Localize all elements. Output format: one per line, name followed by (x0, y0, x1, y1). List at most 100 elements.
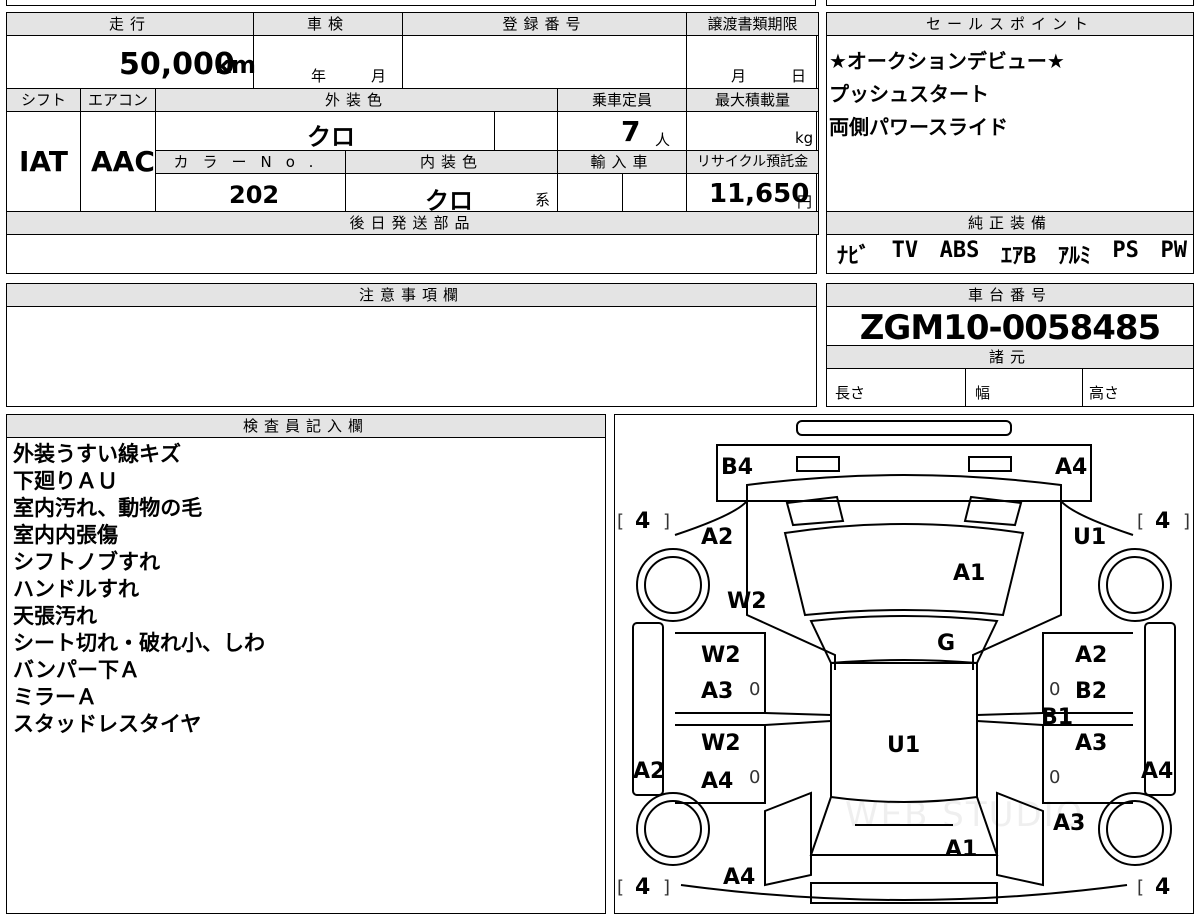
inspector-line: 外装うすい線キズ (13, 442, 181, 466)
damage-label: A4 (1141, 759, 1174, 784)
sales-point: プッシュスタート (829, 82, 989, 106)
exterior-color-header: 外装色 (155, 88, 558, 112)
color-no-value: 202 (229, 181, 280, 209)
damage-label: B2 (1075, 679, 1108, 704)
damage-label: A2 (701, 525, 734, 550)
inspector-line: スタッドレスタイヤ (13, 712, 202, 736)
chassis-header: 車台番号 (826, 283, 1194, 307)
damage-label: A3 (1075, 731, 1108, 756)
damage-label: A2 (633, 759, 666, 784)
color-no-header: カラーNo. (155, 150, 346, 174)
inspector-line: 天張汚れ (13, 604, 97, 628)
damage-label: B4 (721, 455, 754, 480)
capacity-value: 7 (621, 115, 641, 148)
equipment-item: ABS (939, 238, 980, 263)
inspector-line: 室内内張傷 (13, 523, 118, 547)
shift-value: IAT (19, 145, 69, 178)
interior-color-header: 内装色 (345, 150, 558, 174)
transfer-day-unit: 日 (791, 67, 807, 85)
genuine-equipment-header: 純正装備 (826, 211, 1194, 235)
equipment-item: ｴｱB (1001, 244, 1037, 269)
watermark: WEB STUDIO (845, 795, 1085, 835)
top-strip-right (826, 0, 1194, 6)
import-cell-b (622, 173, 687, 212)
inspector-box: 検査員記入欄 外装うすい線キズ 下廻りＡＵ 室内汚れ、動物の毛 室内内張傷 シフ… (6, 414, 606, 914)
registration-header: 登録番号 (402, 12, 687, 36)
equipment-item: PW (1160, 238, 1188, 263)
sales-point: 両側パワースライド (829, 115, 1008, 139)
mileage-unit: km (215, 51, 256, 79)
aircon-value: AAC (91, 145, 155, 178)
notes-box: 注意事項欄 (6, 283, 817, 407)
equipment-item: TV (891, 238, 919, 263)
damage-label: U1 (1073, 525, 1107, 550)
damage-label: A2 (1075, 643, 1108, 668)
tire-tr-value: 4 (1155, 509, 1171, 534)
capacity-unit: 人 (655, 131, 671, 149)
capacity-header: 乗車定員 (557, 88, 687, 112)
tire-bracket-bl-open: [ (617, 877, 625, 898)
inspector-header: 検査員記入欄 (6, 414, 606, 438)
top-strip (6, 0, 816, 6)
width-label: 幅 (975, 384, 991, 402)
equipment-item: PS (1112, 238, 1139, 263)
zero-mark: 0 (1049, 679, 1061, 700)
inspector-line: 室内汚れ、動物の毛 (13, 496, 203, 520)
exterior-color-value: クロ (307, 123, 355, 151)
transfer-deadline-header: 譲渡書類期限 (686, 12, 819, 36)
vehicle-info-table: 走行 車検 登録番号 譲渡書類期限 50,000 km 年 月 月 日 シフト … (6, 12, 819, 274)
car-diagram-box: [ 4 ] [ 4 ] [ 4 ] [ 4 B4 A4 A2 U1 A1 W2 … (614, 414, 1194, 914)
tire-bracket-tr-close: ] (1183, 511, 1191, 532)
damage-label: W2 (701, 731, 741, 756)
inspection-month-unit: 月 (371, 67, 387, 85)
tire-br-value: 4 (1155, 875, 1171, 900)
damage-label: U1 (887, 733, 921, 758)
sales-point: ★オークションデビュー★ (829, 49, 1065, 73)
damage-label: A1 (945, 837, 978, 862)
registration-cell (402, 35, 687, 89)
damage-label: W2 (727, 589, 767, 614)
genuine-equipment-list: ﾅﾋﾞ TV ABS ｴｱB ｱﾙﾐ PS PW (837, 238, 1187, 270)
chassis-value: ZGM10-0058485 (859, 308, 1161, 348)
damage-label: A4 (1055, 455, 1088, 480)
mileage-header: 走行 (6, 12, 254, 36)
equipment-item: ｱﾙﾐ (1057, 244, 1091, 269)
import-cell-a (557, 173, 623, 212)
interior-color-suffix: 系 (535, 191, 551, 209)
length-label: 長さ (835, 384, 866, 402)
max-load-header: 最大積載量 (686, 88, 819, 112)
max-load-unit: kg (795, 129, 814, 147)
inspector-line: シート切れ・破れ小、しわ (13, 631, 265, 655)
tire-bracket-bl-close: ] (663, 877, 671, 898)
inspector-line: 下廻りＡＵ (13, 469, 118, 493)
recycle-unit: 円 (797, 193, 813, 211)
inspector-list: 外装うすい線キズ 下廻りＡＵ 室内汚れ、動物の毛 室内内張傷 シフトノブすれ ハ… (13, 441, 265, 738)
inspector-line: シフトノブすれ (13, 550, 160, 574)
equipment-item: ﾅﾋﾞ (837, 244, 871, 269)
tire-bracket-tl-close: ] (663, 511, 671, 532)
notes-header: 注意事項欄 (6, 283, 817, 307)
transfer-month-unit: 月 (731, 67, 747, 85)
damage-label: A1 (953, 561, 986, 586)
sales-points-list: ★オークションデビュー★ プッシュスタート 両側パワースライド (829, 45, 1065, 144)
inspection-year-unit: 年 (311, 67, 327, 85)
aircon-header: エアコン (80, 88, 156, 112)
inspection-header: 車検 (253, 12, 403, 36)
exterior-color-extra-cell (494, 111, 558, 151)
inspector-line: ハンドルすれ (13, 577, 139, 601)
recycle-header: リサイクル預託金 (686, 150, 819, 174)
zero-mark: 0 (749, 679, 761, 700)
damage-label: A3 (701, 679, 734, 704)
tire-bl-value: 4 (635, 875, 651, 900)
genuine-equipment-box: 純正装備 ﾅﾋﾞ TV ABS ｴｱB ｱﾙﾐ PS PW (826, 211, 1194, 274)
inspector-line: バンパー下Ａ (13, 658, 141, 682)
zero-mark: 0 (1049, 767, 1061, 788)
recycle-value: 11,650 (709, 179, 810, 209)
tire-bracket-tr-open: [ (1137, 511, 1145, 532)
damage-label: A4 (723, 865, 756, 890)
damage-label: G (937, 631, 956, 656)
specs-header: 諸元 (826, 345, 1194, 369)
chassis-box: 車台番号 ZGM10-0058485 諸元 長さ 幅 高さ (826, 283, 1194, 407)
sales-points-header: セールスポイント (826, 12, 1194, 36)
zero-mark: 0 (749, 767, 761, 788)
